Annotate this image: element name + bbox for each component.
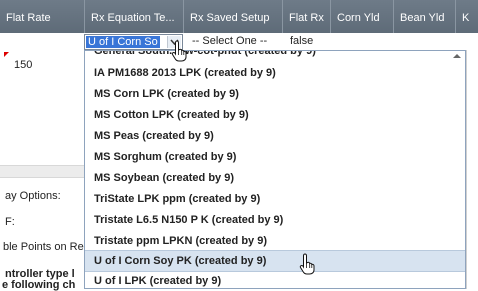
option-label: e following ch: [2, 279, 76, 291]
dropdown-option[interactable]: MS Peas (created by 9): [85, 126, 465, 147]
col-header-rx-equation[interactable]: Rx Equation Te...: [84, 0, 183, 33]
rx-equation-selected-value: U of I Corn So: [86, 36, 160, 48]
dropdown-option[interactable]: TriState LPK ppm (created by 9): [85, 189, 465, 210]
dropdown-option[interactable]: Tristate L6.5 N150 P K (created by 9): [85, 210, 465, 231]
row-flat-rate: 150: [0, 50, 84, 166]
dropdown-option[interactable]: MS Soybean (created by 9): [85, 168, 465, 189]
col-header-corn-yld[interactable]: Corn Yld: [330, 0, 393, 33]
col-header-rx-saved-setup[interactable]: Rx Saved Setup: [183, 0, 282, 33]
col-header-k[interactable]: K: [455, 0, 478, 33]
option-label: ble Points on Re: [3, 241, 84, 253]
dirty-flag-icon: [4, 52, 9, 57]
option-label: F:: [5, 216, 15, 228]
dropdown-option[interactable]: General South... -w-cot-pnut (created by…: [85, 51, 465, 62]
col-header-flat-rx[interactable]: Flat Rx: [282, 0, 330, 33]
panel-divider: [0, 166, 84, 178]
rx-saved-setup-select[interactable]: -- Select One --: [186, 33, 282, 50]
hand-pointer-icon: [299, 253, 315, 275]
grid-header: Flat Rate Rx Equation Te... Rx Saved Set…: [0, 0, 478, 33]
grid-row: -- Select One -- false: [0, 33, 478, 51]
rx-equation-dropdown-list[interactable]: General South... -w-cot-pnut (created by…: [84, 50, 466, 289]
col-header-bean-yld[interactable]: Bean Yld: [393, 0, 455, 33]
dropdown-option-selected[interactable]: U of I Corn Soy PK (created by 9): [85, 250, 465, 272]
col-header-flat-rate[interactable]: Flat Rate: [0, 0, 84, 33]
dropdown-option[interactable]: U of I LPK (created by 9): [85, 271, 465, 288]
dropdown-option[interactable]: MS Cotton LPK (created by 9): [85, 105, 465, 126]
dropdown-option[interactable]: Tristate ppm LPKN (created by 9): [85, 231, 465, 252]
options-panel: ay Options: F: ble Points on Re ntroller…: [0, 178, 84, 291]
hand-pointer-icon: [171, 40, 187, 62]
option-label: ay Options:: [5, 190, 61, 202]
dropdown-option[interactable]: MS Sorghum (created by 9): [85, 147, 465, 168]
flat-rx-value[interactable]: false: [284, 33, 330, 50]
dropdown-option[interactable]: MS Corn LPK (created by 9): [85, 84, 465, 105]
rx-equation-select[interactable]: U of I Corn So: [84, 34, 183, 50]
flat-rate-value[interactable]: 150: [14, 59, 32, 71]
grid-scroll-area[interactable]: [466, 50, 478, 289]
dropdown-option[interactable]: IA PM1688 2013 LPK (created by 9): [85, 63, 465, 84]
